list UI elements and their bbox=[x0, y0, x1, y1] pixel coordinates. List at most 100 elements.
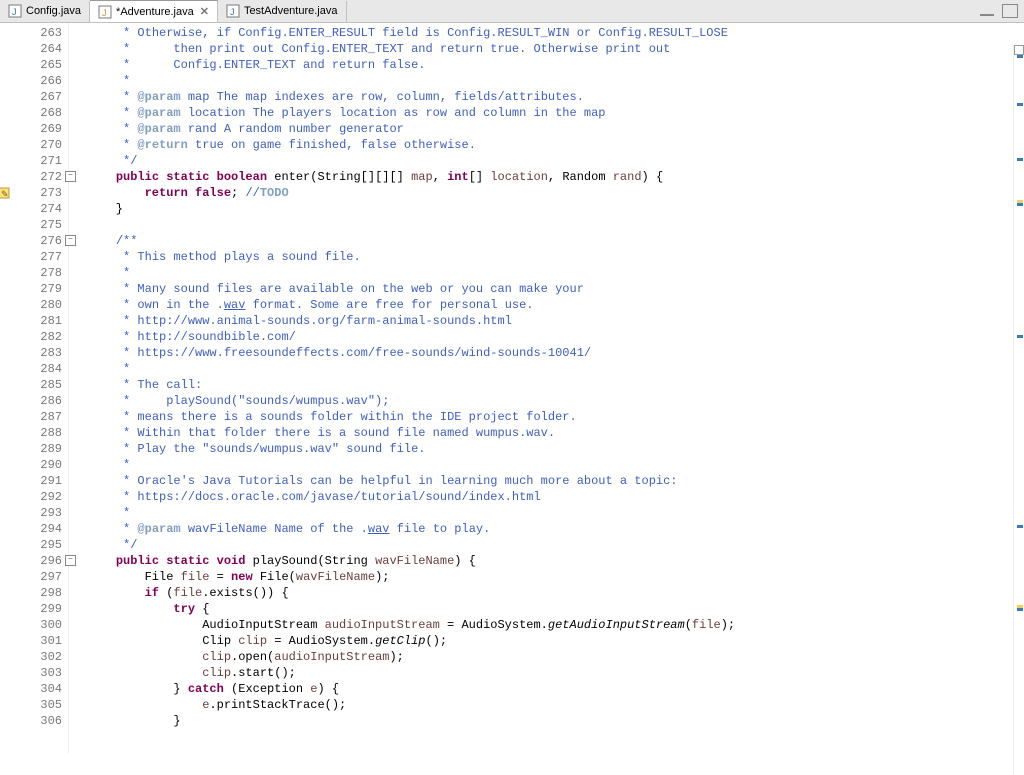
line-number[interactable]: 291 bbox=[14, 473, 62, 489]
line-number[interactable]: 279 bbox=[14, 281, 62, 297]
line-number[interactable]: 303 bbox=[14, 665, 62, 681]
code-line[interactable]: * The call: bbox=[87, 377, 1024, 393]
code-line[interactable]: } bbox=[87, 201, 1024, 217]
code-line[interactable]: * bbox=[87, 457, 1024, 473]
overview-mark[interactable] bbox=[1017, 203, 1023, 206]
code-line[interactable]: * Within that folder there is a sound fi… bbox=[87, 425, 1024, 441]
overview-mark[interactable] bbox=[1017, 335, 1023, 338]
code-line[interactable]: * Oracle's Java Tutorials can be helpful… bbox=[87, 473, 1024, 489]
code-line[interactable]: AudioInputStream audioInputStream = Audi… bbox=[87, 617, 1024, 633]
line-number[interactable]: 282 bbox=[14, 329, 62, 345]
tab-adventure[interactable]: J *Adventure.java ✕ bbox=[90, 0, 218, 22]
line-number[interactable]: 296− bbox=[14, 553, 62, 569]
overview-mark[interactable] bbox=[1017, 158, 1023, 161]
line-number[interactable]: 273✎ bbox=[14, 185, 62, 201]
line-number[interactable]: 284 bbox=[14, 361, 62, 377]
fold-toggle-icon[interactable]: − bbox=[65, 555, 76, 566]
line-number[interactable]: 288 bbox=[14, 425, 62, 441]
line-number[interactable]: 272− bbox=[14, 169, 62, 185]
code-line[interactable]: * Otherwise, if Config.ENTER_RESULT fiel… bbox=[87, 25, 1024, 41]
line-number[interactable]: 268 bbox=[14, 105, 62, 121]
line-number[interactable]: 276− bbox=[14, 233, 62, 249]
code-line[interactable]: * Play the "sounds/wumpus.wav" sound fil… bbox=[87, 441, 1024, 457]
fold-toggle-icon[interactable]: − bbox=[65, 235, 76, 246]
line-number[interactable]: 294 bbox=[14, 521, 62, 537]
overview-ruler[interactable] bbox=[1013, 45, 1024, 775]
line-number[interactable]: 265 bbox=[14, 57, 62, 73]
line-number[interactable]: 301 bbox=[14, 633, 62, 649]
code-line[interactable]: * http://soundbible.com/ bbox=[87, 329, 1024, 345]
code-line[interactable]: * means there is a sounds folder within … bbox=[87, 409, 1024, 425]
code-line[interactable]: if (file.exists()) { bbox=[87, 585, 1024, 601]
code-line[interactable]: public static void playSound(String wavF… bbox=[87, 553, 1024, 569]
code-line[interactable]: * bbox=[87, 505, 1024, 521]
line-number[interactable]: 298 bbox=[14, 585, 62, 601]
code-line[interactable]: * then print out Config.ENTER_TEXT and r… bbox=[87, 41, 1024, 57]
code-line[interactable]: e.printStackTrace(); bbox=[87, 697, 1024, 713]
line-number[interactable]: 292 bbox=[14, 489, 62, 505]
line-number[interactable]: 264 bbox=[14, 41, 62, 57]
fold-toggle-icon[interactable]: − bbox=[65, 171, 76, 182]
code-line[interactable]: clip.start(); bbox=[87, 665, 1024, 681]
line-number[interactable]: 304 bbox=[14, 681, 62, 697]
line-number[interactable]: 270 bbox=[14, 137, 62, 153]
line-number[interactable]: 267 bbox=[14, 89, 62, 105]
code-line[interactable]: * @param map The map indexes are row, co… bbox=[87, 89, 1024, 105]
code-line[interactable]: */ bbox=[87, 537, 1024, 553]
code-line[interactable]: * https://docs.oracle.com/javase/tutoria… bbox=[87, 489, 1024, 505]
code-line[interactable]: * bbox=[87, 73, 1024, 89]
line-number[interactable]: 274 bbox=[14, 201, 62, 217]
code-line[interactable]: * @param rand A random number generator bbox=[87, 121, 1024, 137]
code-line[interactable]: * own in the .wav format. Some are free … bbox=[87, 297, 1024, 313]
line-number[interactable]: 297 bbox=[14, 569, 62, 585]
quickfix-icon[interactable]: ✎ bbox=[0, 187, 10, 199]
code-line[interactable]: return false; //TODO bbox=[87, 185, 1024, 201]
tab-testadventure[interactable]: J TestAdventure.java bbox=[218, 1, 347, 22]
code-line[interactable]: * http://www.animal-sounds.org/farm-anim… bbox=[87, 313, 1024, 329]
code-line[interactable]: * bbox=[87, 265, 1024, 281]
code-line[interactable]: */ bbox=[87, 153, 1024, 169]
line-number[interactable]: 271 bbox=[14, 153, 62, 169]
line-number[interactable]: 280 bbox=[14, 297, 62, 313]
line-number[interactable]: 290 bbox=[14, 457, 62, 473]
maximize-icon[interactable] bbox=[1002, 4, 1018, 18]
code-line[interactable]: Clip clip = AudioSystem.getClip(); bbox=[87, 633, 1024, 649]
line-number[interactable]: 293 bbox=[14, 505, 62, 521]
code-line[interactable]: public static boolean enter(String[][][]… bbox=[87, 169, 1024, 185]
line-number[interactable]: 300 bbox=[14, 617, 62, 633]
code-line[interactable]: * https://www.freesoundeffects.com/free-… bbox=[87, 345, 1024, 361]
line-number[interactable]: 306 bbox=[14, 713, 62, 729]
code-line[interactable] bbox=[87, 217, 1024, 233]
overview-mark[interactable] bbox=[1017, 103, 1023, 106]
line-number[interactable]: 283 bbox=[14, 345, 62, 361]
line-number[interactable]: 289 bbox=[14, 441, 62, 457]
code-line[interactable]: * @param wavFileName Name of the .wav fi… bbox=[87, 521, 1024, 537]
line-number[interactable]: 295 bbox=[14, 537, 62, 553]
code-line[interactable]: File file = new File(wavFileName); bbox=[87, 569, 1024, 585]
code-line[interactable]: * Config.ENTER_TEXT and return false. bbox=[87, 57, 1024, 73]
line-number[interactable]: 277 bbox=[14, 249, 62, 265]
code-line[interactable]: try { bbox=[87, 601, 1024, 617]
code-line[interactable]: * This method plays a sound file. bbox=[87, 249, 1024, 265]
line-number[interactable]: 287 bbox=[14, 409, 62, 425]
code-area[interactable]: * Otherwise, if Config.ENTER_RESULT fiel… bbox=[69, 23, 1024, 753]
line-number[interactable]: 285 bbox=[14, 377, 62, 393]
tab-config[interactable]: J Config.java bbox=[0, 1, 90, 22]
code-line[interactable]: * bbox=[87, 361, 1024, 377]
line-number[interactable]: 269 bbox=[14, 121, 62, 137]
code-line[interactable]: } bbox=[87, 713, 1024, 729]
code-line[interactable]: * Many sound files are available on the … bbox=[87, 281, 1024, 297]
line-number[interactable]: 305 bbox=[14, 697, 62, 713]
line-number[interactable]: 286 bbox=[14, 393, 62, 409]
code-line[interactable]: * @param location The players location a… bbox=[87, 105, 1024, 121]
line-number[interactable]: 302 bbox=[14, 649, 62, 665]
line-number[interactable]: 281 bbox=[14, 313, 62, 329]
code-line[interactable]: * @return true on game finished, false o… bbox=[87, 137, 1024, 153]
line-number[interactable]: 266 bbox=[14, 73, 62, 89]
code-line[interactable]: /** bbox=[87, 233, 1024, 249]
line-number[interactable]: 263 bbox=[14, 25, 62, 41]
line-number-gutter[interactable]: 263264265266267268269270271272−273✎274 27… bbox=[14, 23, 69, 753]
line-number[interactable]: 299 bbox=[14, 601, 62, 617]
overview-mark[interactable] bbox=[1017, 608, 1023, 611]
code-line[interactable]: } catch (Exception e) { bbox=[87, 681, 1024, 697]
